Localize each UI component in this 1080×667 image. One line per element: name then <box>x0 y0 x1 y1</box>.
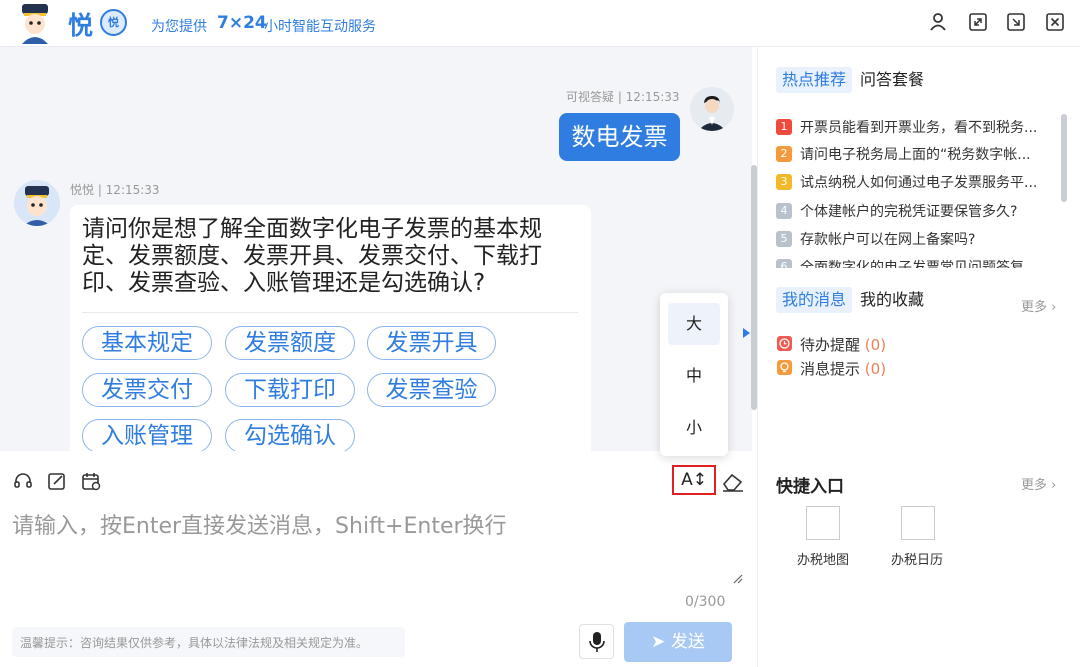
char-counter: 0/300 <box>685 594 726 610</box>
hot-item[interactable]: 试点纳税人如何通过电子发票服务平... <box>800 172 1058 192</box>
option-chip[interactable]: 发票交付 <box>82 373 212 407</box>
edit-icon[interactable] <box>46 470 68 492</box>
font-size-small[interactable]: 小 <box>668 410 720 446</box>
quick-more-link[interactable]: 更多 › <box>1021 474 1056 493</box>
hot-rank-badge: 3 <box>776 174 792 190</box>
tip-text: 温馨提示：咨询结果仅供参考，具体以法律法规及相关规定为准。 <box>20 636 369 650</box>
clock-icon <box>777 336 792 351</box>
send-label: 发送 <box>670 632 705 652</box>
hot-rank-badge: 2 <box>776 146 792 162</box>
font-size-medium[interactable]: 中 <box>668 358 720 394</box>
message-notice[interactable]: 消息提示 (0) <box>800 358 886 379</box>
panel-toggle-arrow-icon[interactable] <box>743 328 750 338</box>
option-chip[interactable]: 发票额度 <box>225 326 355 360</box>
headset-icon[interactable] <box>12 470 34 492</box>
fullscreen-icon[interactable] <box>968 12 988 32</box>
tab-my-favorites[interactable]: 我的收藏 <box>860 287 924 313</box>
font-size-large[interactable]: 大 <box>668 303 720 345</box>
option-chip[interactable]: 发票查验 <box>367 373 496 407</box>
logo-text: 悦 <box>68 11 94 40</box>
microphone-button[interactable] <box>579 624 614 659</box>
tax-calendar-image[interactable] <box>901 506 935 540</box>
quick-item-label[interactable]: 办税日历 <box>891 549 943 568</box>
font-size-button[interactable]: A↕ <box>672 465 716 495</box>
hot-item[interactable]: 开票员能看到开票业务，看不到税务... <box>800 117 1058 137</box>
close-icon[interactable] <box>1045 12 1065 32</box>
quick-entry-title: 快捷入口 <box>776 477 844 497</box>
hot-rank-badge: 6 <box>776 259 792 268</box>
tab-my-messages[interactable]: 我的消息 <box>776 287 852 313</box>
messages-more-link[interactable]: 更多 › <box>1021 296 1056 315</box>
calendar-icon[interactable] <box>80 470 102 492</box>
slogan-highlight: 7×24 <box>217 13 267 33</box>
send-button[interactable]: ➤ 发送 <box>624 622 732 662</box>
hot-rank-badge: 4 <box>776 203 792 219</box>
hot-list-scrollbar[interactable] <box>1061 114 1067 202</box>
todo-reminder[interactable]: 待办提醒 (0) <box>800 334 886 355</box>
hot-rank-badge: 1 <box>776 119 792 135</box>
eraser-icon[interactable] <box>721 471 745 493</box>
slogan-prefix: 为您提供 <box>151 19 207 35</box>
option-chip[interactable]: 入账管理 <box>82 419 212 453</box>
bot-message-meta: 悦悦 | 12:15:33 <box>70 183 160 197</box>
tax-map-image[interactable] <box>806 506 840 540</box>
hot-item[interactable]: 请问电子税务局上面的“税务数字帐... <box>800 144 1058 164</box>
tab-hot-recommend[interactable]: 热点推荐 <box>776 67 852 93</box>
user-avatar <box>690 87 734 131</box>
right-panel <box>757 47 1080 667</box>
bot-message-text: 请问你是想了解全面数字化电子发票的基本规定、发票额度、发票开具、发票交付、下载打… <box>82 216 542 296</box>
bot-message-divider <box>82 312 578 313</box>
hot-item[interactable]: 存款帐户可以在网上备案吗? <box>800 229 1058 249</box>
user-icon[interactable] <box>928 12 948 32</box>
assistant-mascot-icon <box>22 4 48 44</box>
bulb-icon <box>777 360 792 375</box>
quick-item-label[interactable]: 办税地图 <box>797 549 849 568</box>
send-icon: ➤ <box>651 632 671 652</box>
message-input[interactable]: 请输入，按Enter直接发送消息，Shift+Enter换行 <box>12 508 507 540</box>
bot-avatar <box>14 180 60 226</box>
hot-item-clip: 6 全面数字化的电子发票常见问题答复 <box>776 256 1058 268</box>
option-chip[interactable]: 发票开具 <box>367 326 496 360</box>
tab-qa-package[interactable]: 问答套餐 <box>860 67 924 93</box>
hot-item[interactable]: 个体建帐户的完税凭证要保管多久? <box>800 201 1058 221</box>
option-chip[interactable]: 下载打印 <box>225 373 355 407</box>
user-message-meta: 可视答疑 | 12:15:33 <box>566 90 680 104</box>
user-message-bubble: 数电发票 <box>559 113 680 161</box>
hot-rank-badge: 5 <box>776 231 792 247</box>
option-chip[interactable]: 勾选确认 <box>225 419 355 453</box>
resize-handle-icon[interactable] <box>733 574 743 584</box>
microphone-icon <box>589 632 605 652</box>
logo-badge: 悦 <box>100 9 127 36</box>
option-chip[interactable]: 基本规定 <box>82 326 212 360</box>
hot-item[interactable]: 全面数字化的电子发票常见问题答复 <box>800 257 1058 268</box>
slogan-suffix: 小时智能互动服务 <box>264 19 376 35</box>
minimize-icon[interactable] <box>1006 12 1026 32</box>
